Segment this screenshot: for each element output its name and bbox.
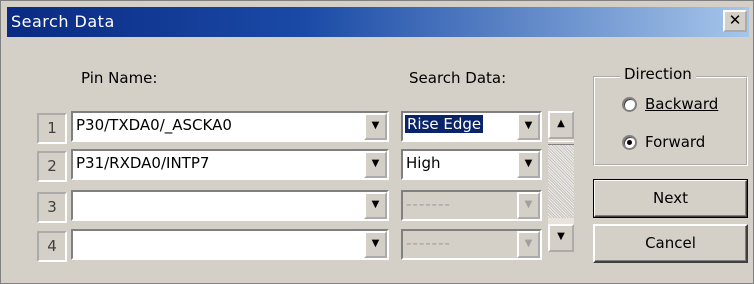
- direction-group: [593, 76, 748, 166]
- pin-name-header: Pin Name:: [81, 69, 158, 87]
- pin-name-value-1: P30/TXDA0/_ASCKA0: [76, 116, 232, 134]
- arrow-down-icon[interactable]: ▼: [548, 224, 574, 252]
- search-data-header: Search Data:: [409, 69, 507, 87]
- search-data-value-1: Rise Edge: [405, 115, 484, 133]
- search-data-value-3: -------: [406, 195, 451, 213]
- row-number-2: 2: [37, 151, 67, 182]
- direction-group-title: Direction: [620, 65, 696, 83]
- search-data-combo-1[interactable]: Rise Edge ▼: [401, 111, 542, 142]
- row-number-1: 1: [37, 113, 67, 144]
- cancel-button[interactable]: Cancel: [593, 224, 748, 263]
- chevron-down-icon[interactable]: ▼: [517, 151, 540, 178]
- pin-name-combo-1[interactable]: P30/TXDA0/_ASCKA0 ▼: [71, 111, 389, 142]
- next-button[interactable]: Next: [593, 179, 748, 218]
- search-data-combo-4: ------- ▼: [401, 229, 542, 260]
- search-data-dialog: Search Data ✕ Pin Name: Search Data: 1 P…: [0, 0, 754, 284]
- scroll-track[interactable]: [548, 145, 574, 218]
- chevron-down-icon[interactable]: ▼: [517, 113, 540, 140]
- row-number-4: 4: [37, 231, 67, 262]
- pin-name-value-2: P31/RXDA0/INTP7: [76, 154, 210, 172]
- forward-radio[interactable]: Forward: [622, 133, 705, 151]
- chevron-down-icon[interactable]: ▼: [364, 192, 387, 219]
- backward-label: Backward: [645, 95, 719, 113]
- pin-name-combo-4[interactable]: ▼: [71, 229, 389, 260]
- forward-label: Forward: [645, 133, 706, 151]
- search-data-value-2: High: [406, 154, 441, 172]
- window-title: Search Data: [11, 12, 115, 31]
- radio-unchecked-icon: [622, 96, 637, 112]
- close-icon: ✕: [728, 11, 742, 29]
- chevron-down-icon[interactable]: ▼: [364, 231, 387, 258]
- chevron-down-icon[interactable]: ▼: [364, 151, 387, 178]
- chevron-down-icon[interactable]: ▼: [364, 113, 387, 140]
- pin-name-combo-3[interactable]: ▼: [71, 190, 389, 221]
- pin-name-combo-2[interactable]: P31/RXDA0/INTP7 ▼: [71, 149, 389, 180]
- rows-scrollbar[interactable]: ▲ ▼: [548, 111, 574, 252]
- search-data-combo-3: ------- ▼: [401, 190, 542, 221]
- chevron-down-icon: ▼: [517, 192, 540, 219]
- arrow-up-icon[interactable]: ▲: [548, 111, 574, 139]
- search-data-combo-2[interactable]: High ▼: [401, 149, 542, 180]
- chevron-down-icon: ▼: [517, 231, 540, 258]
- close-button[interactable]: ✕: [723, 10, 747, 32]
- radio-checked-icon: [622, 134, 637, 150]
- row-number-3: 3: [37, 192, 67, 223]
- search-data-value-4: -------: [406, 234, 451, 252]
- title-bar[interactable]: Search Data ✕: [7, 7, 749, 37]
- backward-radio[interactable]: Backward: [622, 95, 718, 113]
